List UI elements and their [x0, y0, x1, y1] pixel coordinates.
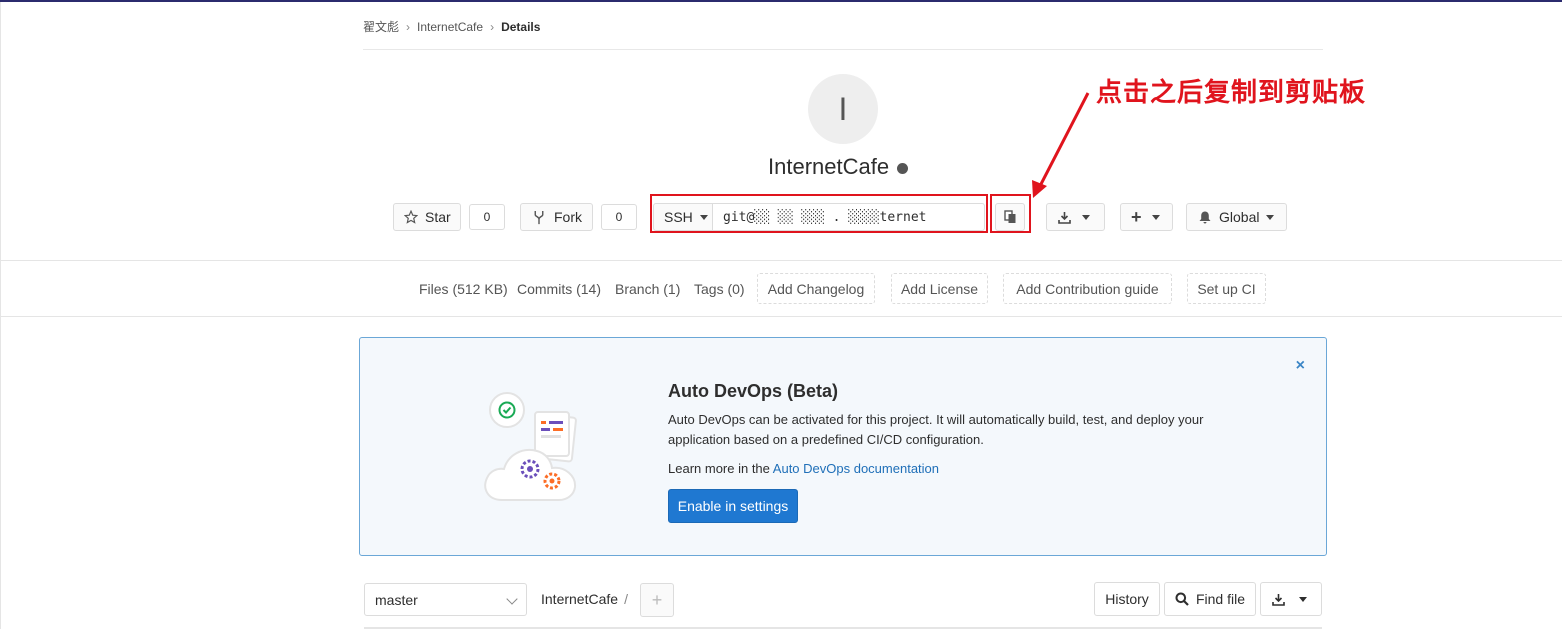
download-icon: [1272, 593, 1285, 606]
devops-description: Auto DevOps can be activated for this pr…: [668, 412, 1204, 447]
bell-icon: [1199, 211, 1211, 223]
avatar-letter: I: [838, 90, 848, 127]
caret-down-icon: [1299, 596, 1307, 602]
breadcrumb-current[interactable]: Details: [501, 20, 540, 34]
caret-down-icon: [1082, 214, 1090, 220]
enable-in-settings-label: Enable in settings: [677, 498, 789, 514]
fork-button[interactable]: Fork: [520, 203, 593, 231]
breadcrumb: 翟文彪 › InternetCafe › Details: [363, 18, 540, 35]
branch-select[interactable]: master: [364, 583, 527, 616]
fork-count-value: 0: [615, 210, 623, 224]
find-file-button[interactable]: Find file: [1164, 582, 1256, 616]
tree-path: InternetCafe /: [541, 591, 628, 607]
download-dropdown[interactable]: [1046, 203, 1105, 231]
setup-ci-label: Set up CI: [1197, 280, 1256, 297]
download-icon: [1058, 211, 1071, 224]
nav-branch[interactable]: Branch (1): [615, 281, 680, 297]
add-changelog-label: Add Changelog: [767, 280, 865, 297]
history-label: History: [1105, 591, 1149, 607]
annotation-text: 点击之后复制到剪贴板: [1096, 78, 1367, 108]
devops-learn-prefix: Learn more in the: [668, 461, 773, 476]
fork-count[interactable]: 0: [601, 204, 637, 230]
search-icon: [1175, 592, 1189, 606]
add-license-button[interactable]: Add License: [891, 273, 988, 304]
top-border: [0, 0, 1562, 2]
nav-tags[interactable]: Tags (0): [694, 281, 745, 297]
nav-divider: [0, 316, 1562, 317]
globe-icon: [897, 162, 909, 174]
new-item-dropdown[interactable]: +: [1120, 203, 1173, 231]
devops-illustration-icon: [484, 392, 577, 501]
chevron-right-icon: ›: [490, 19, 495, 34]
star-label: Star: [425, 209, 451, 225]
chevron-down-icon: [506, 593, 518, 605]
project-avatar: I: [808, 74, 878, 144]
branch-select-value: master: [375, 591, 418, 608]
caret-down-icon: [1266, 214, 1275, 220]
plus-icon: +: [651, 589, 663, 610]
project-title: InternetCafe: [768, 154, 909, 180]
tree-download-dropdown[interactable]: [1260, 582, 1322, 616]
tree-path-project[interactable]: InternetCafe: [541, 591, 618, 607]
chevron-right-icon: ›: [406, 19, 411, 34]
history-button[interactable]: History: [1094, 582, 1160, 616]
caret-down-icon: [1151, 214, 1160, 220]
plus-icon: +: [1131, 207, 1142, 227]
setup-ci-button[interactable]: Set up CI: [1187, 273, 1266, 304]
nav-files[interactable]: Files (512 KB): [419, 281, 508, 297]
section-divider: [0, 260, 1562, 261]
add-contribution-label: Add Contribution guide: [1016, 280, 1159, 297]
add-license-label: Add License: [900, 280, 979, 297]
project-name: InternetCafe: [768, 154, 890, 179]
add-to-tree-button[interactable]: +: [640, 583, 674, 617]
devops-title: Auto DevOps (Beta): [668, 381, 839, 401]
breadcrumb-owner[interactable]: 翟文彪: [363, 18, 399, 35]
fork-icon: [534, 210, 544, 224]
fork-label: Fork: [554, 209, 582, 225]
nav-commits[interactable]: Commits (14): [517, 281, 601, 297]
auto-devops-banner: Auto DevOps (Beta) Auto DevOps can be ac…: [359, 337, 1327, 556]
star-count-value: 0: [483, 210, 491, 224]
notification-dropdown[interactable]: Global: [1186, 203, 1287, 231]
star-count[interactable]: 0: [469, 204, 505, 230]
enable-in-settings-button[interactable]: Enable in settings: [668, 489, 798, 523]
add-changelog-button[interactable]: Add Changelog: [757, 273, 875, 304]
devops-learn-more: Learn more in the Auto DevOps documentat…: [668, 461, 939, 476]
close-icon[interactable]: ×: [1296, 357, 1305, 375]
notification-label: Global: [1219, 209, 1260, 225]
star-icon: [404, 210, 418, 224]
breadcrumb-divider: [363, 49, 1323, 50]
devops-docs-link[interactable]: Auto DevOps documentation: [773, 461, 939, 476]
path-separator: /: [624, 591, 628, 607]
breadcrumb-project[interactable]: InternetCafe: [417, 20, 483, 34]
add-contribution-button[interactable]: Add Contribution guide: [1003, 273, 1172, 304]
find-file-label: Find file: [1195, 591, 1246, 607]
clone-highlight-box: [650, 194, 988, 233]
star-button[interactable]: Star: [393, 203, 461, 231]
annotation-arrow: [1032, 92, 1090, 198]
